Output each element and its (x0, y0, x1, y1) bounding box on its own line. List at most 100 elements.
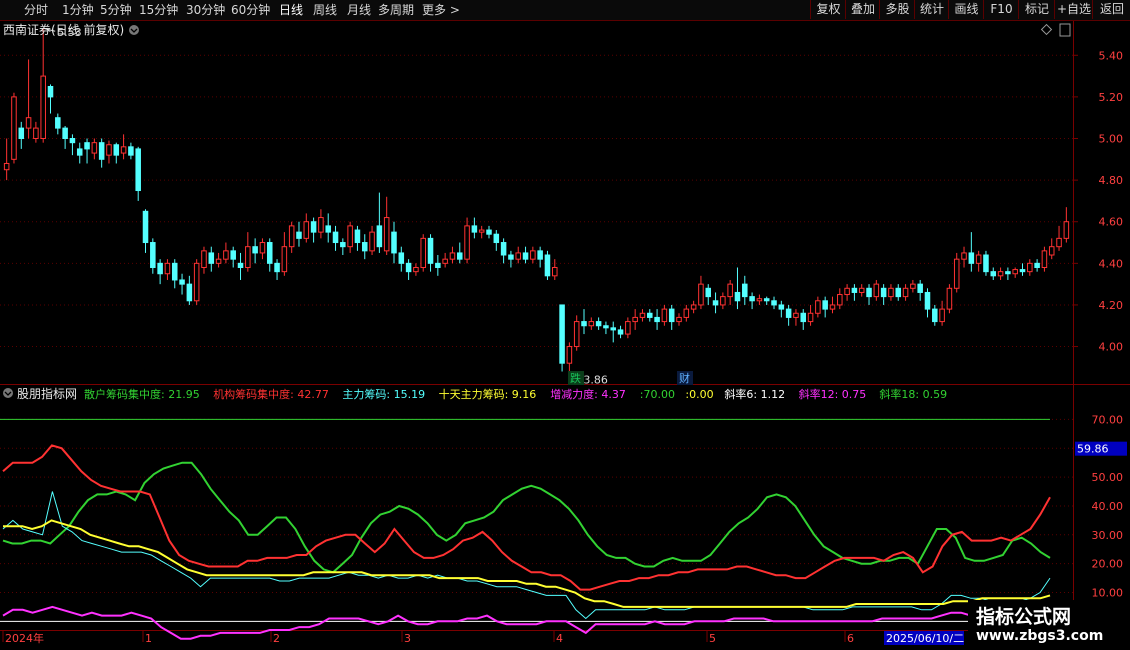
candle-body (581, 321, 587, 327)
candle-body (405, 262, 412, 273)
candle-body (1056, 237, 1062, 248)
indicator-legend-item: 机构筹码集中度: 42.77 (213, 387, 329, 401)
toolbar-button-5[interactable]: F10 (983, 0, 1019, 19)
date-axis-label: 1 (145, 632, 152, 645)
candle-body (120, 146, 127, 154)
period-tab-9[interactable]: 多周期 (378, 1, 414, 19)
candle-body (193, 262, 200, 302)
toolbar-button-6[interactable]: 标记 (1018, 0, 1055, 19)
candle-body (690, 304, 697, 310)
candle-body (201, 250, 207, 268)
candle-body (1027, 262, 1033, 273)
watermark: 指标公式网 www.zbgs3.com (968, 600, 1130, 650)
candle-body (142, 210, 149, 244)
candle-body (968, 252, 975, 264)
candle-body (340, 242, 346, 248)
candle-body (625, 321, 631, 335)
candle-body (720, 296, 726, 306)
panel-toggle-icon (1059, 23, 1071, 37)
candle-body (858, 287, 865, 293)
price-axis-label: 5.40 (1099, 49, 1124, 62)
candle-body (76, 148, 83, 156)
candle-body (654, 316, 660, 323)
indicator-series-line (2, 444, 1051, 591)
toolbar-button-2[interactable]: 多股 (879, 0, 915, 19)
period-tab-1[interactable]: 1分钟 (62, 1, 94, 19)
toolbar-button-3[interactable]: 统计 (914, 0, 949, 19)
period-tab-3[interactable]: 15分钟 (139, 1, 178, 19)
candle-body (807, 312, 814, 323)
price-axis-label: 4.80 (1099, 174, 1124, 187)
period-toolbar: 分时 1分钟 5分钟 15分钟 30分钟 60分钟 日线 周线 月线 多周期 更多 > 复权 叠加 多股统… (0, 0, 1130, 21)
indicator-axis-label: 20.00 (1092, 558, 1124, 571)
candle-body (274, 262, 280, 273)
candle-body (135, 148, 141, 192)
period-tab-5[interactable]: 60分钟 (231, 1, 270, 19)
candle-body (106, 144, 112, 156)
indicator-legend-item: 斜率12: 0.75 (799, 387, 867, 401)
candle-body (924, 291, 931, 310)
chart-canvas: 5.405.205.004.804.604.404.204.005.533.86… (0, 20, 1130, 650)
period-tab-10[interactable]: 更多 > (422, 1, 460, 19)
candle-body (771, 300, 777, 306)
candle-body (793, 312, 799, 318)
price-axis-label: 4.20 (1099, 299, 1124, 312)
period-tab-6[interactable]: 日线 (279, 1, 303, 19)
chevron-down-icon (129, 25, 139, 35)
toolbar-button-1[interactable]: 叠加 (845, 0, 880, 19)
candle-body (902, 287, 909, 298)
candle-body (822, 300, 828, 310)
candle-body (361, 242, 368, 252)
candle-body (800, 312, 807, 323)
watermark-title: 指标公式网 (976, 606, 1072, 628)
candle-body (237, 262, 244, 268)
candle-body (880, 287, 887, 298)
candle-body (537, 250, 543, 260)
candle-body (975, 254, 982, 264)
candle-body (1041, 250, 1048, 268)
period-tab-4[interactable]: 30分钟 (186, 1, 225, 19)
candle-body (347, 225, 353, 248)
candle-body (179, 279, 185, 285)
toolbar-button-0[interactable]: 复权 (810, 0, 846, 19)
watermark-url: www.zbgs3.com (976, 628, 1104, 644)
indicator-legend-item: :0.00 (685, 388, 713, 401)
candle-body (712, 300, 719, 306)
candle-body (844, 287, 850, 296)
candle-body (1048, 246, 1055, 256)
candle-body (698, 283, 704, 306)
candle-body (55, 117, 61, 129)
current-date-label: 2025/06/10/二 (886, 632, 964, 645)
period-tab-8[interactable]: 月线 (347, 1, 371, 19)
indicator-axis-label: 30.00 (1092, 529, 1124, 542)
candle-body (515, 252, 521, 260)
candle-body (983, 254, 989, 273)
candle-body (763, 298, 770, 302)
toolbar-button-4[interactable]: 画线 (948, 0, 984, 19)
candle-body (318, 217, 324, 233)
candle-body (33, 127, 39, 140)
candle-body (888, 287, 894, 298)
period-tab-0[interactable]: 分时 (24, 1, 48, 19)
candle-body (727, 283, 733, 298)
period-tab-7[interactable]: 周线 (313, 1, 337, 19)
candle-body (939, 308, 945, 323)
candle-body (91, 142, 98, 154)
candle-body (946, 287, 953, 310)
indicator-legend-item: 增减力度: 4.37 (550, 387, 626, 401)
candle-body (617, 329, 624, 335)
candle-body (259, 242, 266, 254)
event-badge-label: 财 (679, 371, 690, 385)
candle-body (427, 237, 434, 264)
candle-body (354, 229, 361, 244)
price-axis-label: 4.40 (1099, 257, 1124, 270)
date-axis-label: 5 (709, 632, 716, 645)
candle-body (815, 300, 821, 314)
candle-body (829, 304, 836, 310)
candle-body (610, 327, 617, 331)
indicator-name: 股朋指标网 (17, 386, 77, 401)
toolbar-button-7[interactable]: +自选 (1054, 0, 1093, 19)
candle-body (69, 138, 76, 144)
toolbar-button-8[interactable]: 返回 (1092, 0, 1130, 19)
period-tab-2[interactable]: 5分钟 (100, 1, 132, 19)
